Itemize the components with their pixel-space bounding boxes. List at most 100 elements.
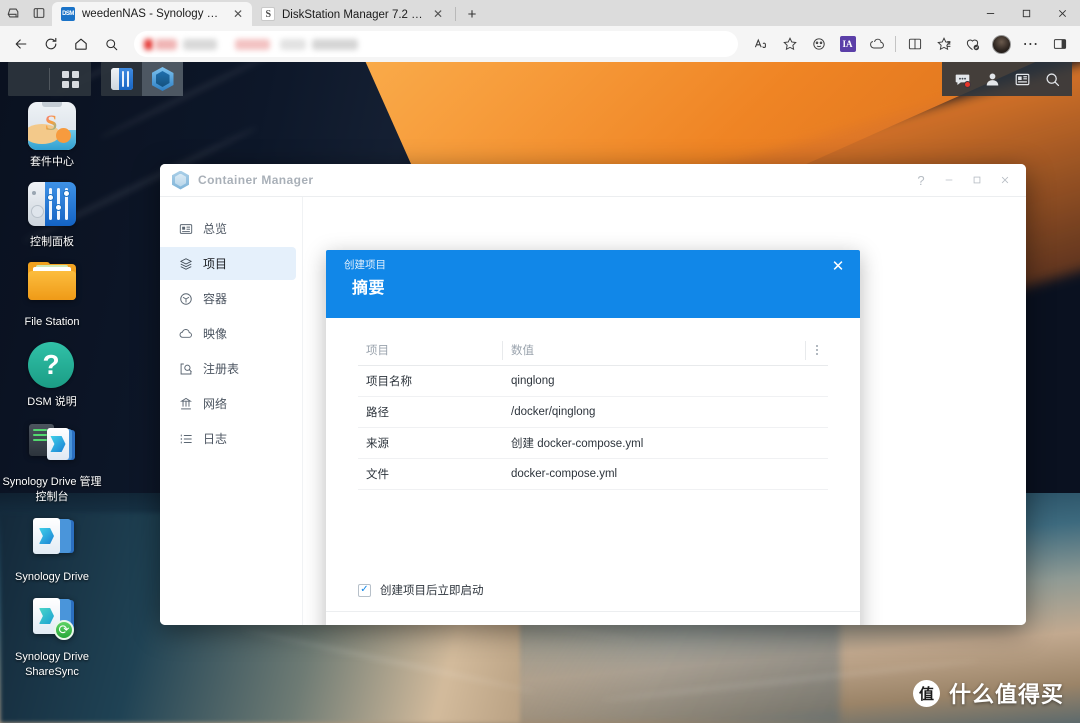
search-icon[interactable]	[1038, 65, 1066, 93]
desktop-icon-label: Synology Drive 管理控制台	[2, 476, 102, 503]
browser-tab-1[interactable]: S DiskStation Manager 7.2 | 群晖科 ✕	[252, 2, 452, 26]
column-header-value[interactable]: 数值	[503, 336, 806, 366]
container-manager-titlebar[interactable]: Container Manager ?	[160, 164, 1026, 197]
synology-favicon: S	[261, 7, 275, 21]
package-center-icon: S	[28, 102, 76, 150]
column-header-item[interactable]: 项目	[358, 336, 503, 366]
minimize-button[interactable]	[972, 0, 1008, 26]
container-icon	[178, 291, 193, 306]
desktop-icon-synology-drive[interactable]: Synology Drive	[0, 517, 104, 585]
ia-extension-icon[interactable]: IA	[833, 30, 862, 58]
tab-close-icon[interactable]: ✕	[231, 7, 245, 21]
tab-title: weedenNAS - Synology NAS	[82, 8, 224, 20]
profile-avatar[interactable]	[987, 30, 1016, 58]
desktop-icon-package-center[interactable]: S 套件中心	[0, 102, 104, 170]
sidebar-toggle-icon[interactable]	[1045, 30, 1074, 58]
back-button[interactable]	[6, 30, 36, 58]
extensions-icon[interactable]	[804, 30, 833, 58]
maximize-button[interactable]	[964, 167, 990, 193]
browser-essentials-icon[interactable]	[958, 30, 987, 58]
synology-drive-admin-console-icon	[28, 422, 76, 466]
sidebar-item-image[interactable]: 映像	[160, 317, 296, 350]
desktop-icon-synology-drive-admin-console[interactable]: Synology Drive 管理控制台	[0, 422, 104, 505]
overview-icon	[178, 221, 193, 236]
row-item: 来源	[358, 427, 503, 459]
table-row: 路径 /docker/qinglong	[358, 396, 828, 428]
table-row: 项目名称 qinglong	[358, 365, 828, 397]
row-item: 路径	[358, 396, 503, 428]
desktop-icon-label: 套件中心	[30, 156, 74, 168]
user-icon[interactable]	[978, 65, 1006, 93]
home-button[interactable]	[66, 30, 96, 58]
row-item: 项目名称	[358, 365, 503, 397]
main-menu-grid-icon[interactable]	[50, 62, 91, 96]
toolbar-divider	[895, 36, 896, 52]
search-button[interactable]	[96, 30, 126, 58]
autostart-checkbox[interactable]: ✓	[358, 583, 371, 597]
watermark-text: 什么值得买	[948, 682, 1064, 707]
close-button[interactable]	[1044, 0, 1080, 26]
container-manager-icon	[172, 170, 189, 190]
dsm-taskbar-menu-group	[8, 62, 91, 96]
copilot-icon[interactable]	[862, 30, 891, 58]
tab-actions-icon[interactable]	[26, 0, 52, 26]
minimize-button[interactable]	[936, 167, 962, 193]
control-panel-icon	[110, 68, 133, 90]
split-screen-icon[interactable]	[900, 30, 929, 58]
sidebar-item-network[interactable]: 网络	[160, 387, 296, 420]
desktop-icon-control-panel[interactable]: 控制面板	[0, 182, 104, 250]
notifications-icon[interactable]	[948, 65, 976, 93]
maximize-button[interactable]	[1008, 0, 1044, 26]
container-manager-icon	[151, 67, 174, 91]
sidebar-item-log[interactable]: 日志	[160, 422, 296, 455]
column-options-icon[interactable]	[806, 336, 828, 366]
window-controls	[972, 0, 1080, 26]
sidebar-item-container[interactable]: 容器	[160, 282, 296, 315]
table-header-row: 项目 数值	[358, 336, 828, 366]
toolbar-right-group: IA ⋯	[746, 30, 1074, 58]
sidebar-item-registry[interactable]: 注册表	[160, 352, 296, 385]
read-aloud-icon[interactable]	[746, 30, 775, 58]
tab-divider	[455, 7, 456, 21]
sidebar-item-label: 日志	[203, 432, 228, 446]
taskbar-item-control-panel[interactable]	[101, 62, 142, 96]
browser-tab-0[interactable]: DSM weedenNAS - Synology NAS ✕	[52, 2, 252, 26]
new-tab-button[interactable]: +	[459, 2, 485, 26]
desktop-icon-label: Synology Drive ShareSync	[15, 651, 89, 678]
dialog-body: 项目 数值 项目名称 qinglong 路径 /docker/qinglong …	[326, 318, 860, 611]
browser-window: DSM weedenNAS - Synology NAS ✕ S DiskSta…	[0, 0, 1080, 723]
dsm-taskbar-left	[8, 62, 183, 96]
row-value: docker-compose.yml	[503, 458, 828, 490]
workspaces-icon[interactable]	[0, 0, 26, 26]
help-button[interactable]: ?	[908, 167, 934, 193]
widgets-icon[interactable]	[1008, 65, 1036, 93]
taskbar-item-container-manager[interactable]	[142, 62, 183, 96]
desktop-icon-file-station[interactable]: File Station	[0, 262, 104, 330]
settings-and-more-icon[interactable]: ⋯	[1016, 30, 1045, 58]
browser-toolbar: IA ⋯	[0, 26, 1080, 62]
dialog-header: 创建项目 摘要 ✕	[326, 250, 860, 318]
create-project-dialog: 创建项目 摘要 ✕ 项目 数值 项目名称 qinglong 路径 /docker…	[326, 250, 860, 625]
dsm-taskbar-right	[942, 62, 1072, 96]
close-button[interactable]	[992, 167, 1018, 193]
favorite-star-icon[interactable]	[775, 30, 804, 58]
watermark-logo: 值	[912, 679, 940, 707]
sidebar-item-project[interactable]: 项目	[160, 247, 296, 280]
container-manager-window: Container Manager ? 总览 项目 容器 映像 注册表 网络 日…	[160, 164, 1026, 625]
sidebar-item-overview[interactable]: 总览	[160, 212, 296, 245]
collections-icon[interactable]	[929, 30, 958, 58]
desktop-icon-synology-drive-sharesync[interactable]: ⟳ Synology Drive ShareSync	[0, 597, 104, 680]
desktop-icon-label: 控制面板	[30, 236, 74, 248]
dsm-taskbar-pinned-group	[101, 62, 183, 96]
desktop-icon-label: Synology Drive	[15, 571, 89, 583]
autostart-checkbox-row[interactable]: ✓ 创建项目后立即启动	[358, 582, 484, 598]
close-icon[interactable]: ✕	[829, 257, 847, 275]
synology-drive-icon	[28, 517, 76, 561]
tab-close-icon[interactable]: ✕	[431, 7, 445, 21]
dsm-help-icon: ?	[28, 342, 74, 388]
refresh-button[interactable]	[36, 30, 66, 58]
sidebar-item-label: 容器	[203, 292, 228, 306]
desktop-icon-dsm-help[interactable]: ? DSM 说明	[0, 342, 104, 410]
address-bar[interactable]	[134, 31, 738, 57]
browser-tabstrip: DSM weedenNAS - Synology NAS ✕ S DiskSta…	[0, 0, 1080, 26]
